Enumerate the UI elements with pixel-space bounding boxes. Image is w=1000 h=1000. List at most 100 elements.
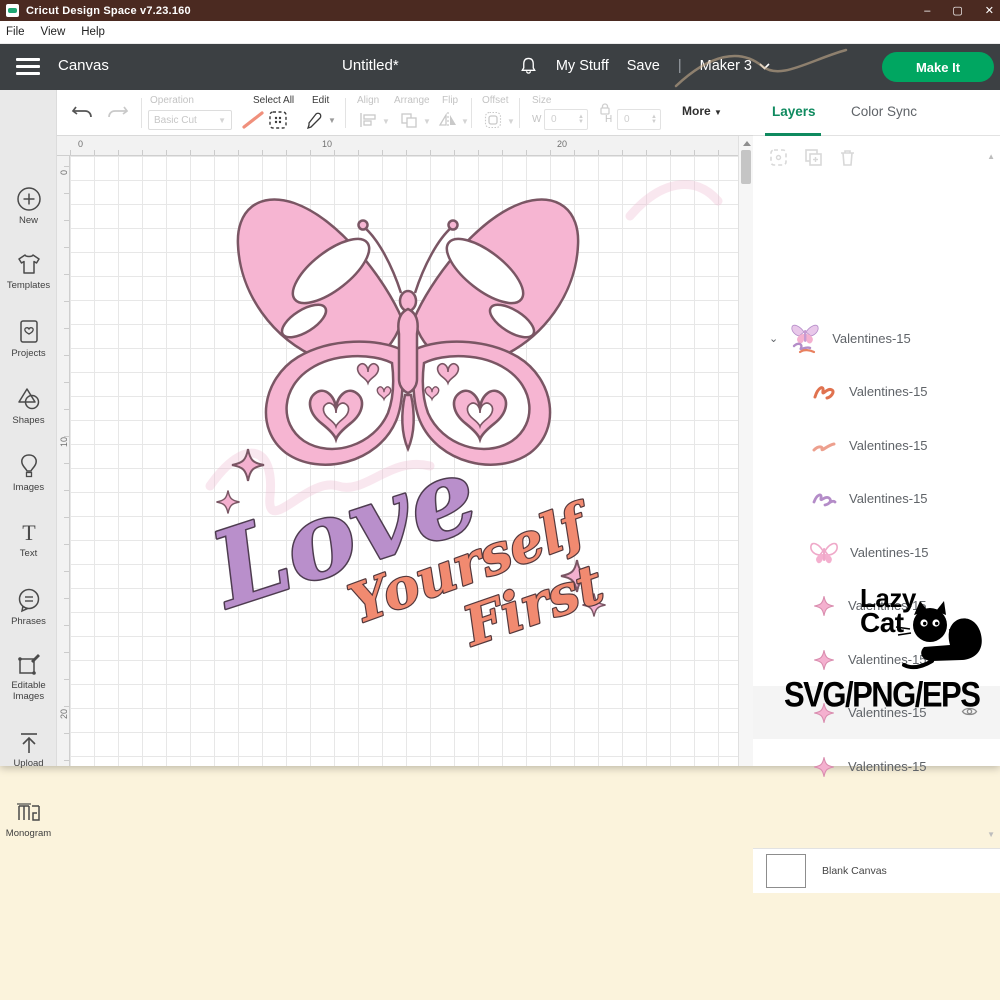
- align-icon: [359, 112, 377, 128]
- svg-text:T: T: [22, 520, 36, 545]
- layer-row-group[interactable]: ⌄ Valentines-15: [753, 312, 1000, 365]
- chevron-down-icon[interactable]: ▼: [328, 116, 336, 125]
- layer-row-highlighted[interactable]: Valentines-15: [753, 686, 1000, 739]
- save-button[interactable]: Save: [627, 58, 660, 74]
- visibility-eye-icon[interactable]: [961, 705, 978, 718]
- nav-bar: Canvas Untitled* My Stuff Save | Maker 3…: [0, 44, 1000, 90]
- upload-arrow-icon: [16, 730, 42, 756]
- design-artwork[interactable]: Love Yourself First: [70, 156, 738, 766]
- sidebar-item-editable-images[interactable]: Editable Images: [0, 652, 57, 702]
- script-thumbnail-salmon: [811, 435, 837, 457]
- canvas-vertical-scrollbar[interactable]: [738, 136, 753, 766]
- monogram-icon: [15, 800, 43, 826]
- sidebar-item-new[interactable]: New: [0, 185, 57, 227]
- butterfly-thumbnail-pink: [810, 541, 838, 565]
- sidebar-item-upload[interactable]: Upload: [0, 730, 57, 770]
- width-label: W: [532, 114, 541, 125]
- edit-label[interactable]: Edit: [312, 95, 329, 106]
- align-label: Align: [357, 95, 379, 106]
- undo-icon[interactable]: [71, 103, 93, 123]
- offset-icon: [484, 111, 502, 129]
- layer-row[interactable]: Valentines-15: [753, 419, 1000, 472]
- sidebar-item-text[interactable]: T Text: [0, 520, 57, 560]
- chevron-down-icon: ▼: [218, 116, 226, 125]
- my-stuff-link[interactable]: My Stuff: [556, 58, 609, 74]
- butterfly-graphic[interactable]: [238, 199, 578, 464]
- blank-canvas-row[interactable]: Blank Canvas: [753, 848, 1000, 893]
- sparkle-thumbnail-icon: [812, 701, 836, 725]
- layer-row[interactable]: Valentines-15: [753, 579, 1000, 632]
- layer-row[interactable]: Valentines-15: [753, 633, 1000, 686]
- sidebar-item-shapes[interactable]: Shapes: [0, 385, 57, 427]
- document-title[interactable]: Untitled*: [342, 57, 399, 74]
- scroll-up-arrow[interactable]: [743, 141, 751, 146]
- editable-pen-icon: [15, 652, 43, 678]
- horizontal-ruler: 0 10 20: [57, 136, 738, 156]
- tshirt-icon: [15, 250, 43, 278]
- notification-bell-icon[interactable]: [519, 56, 538, 76]
- layer-row[interactable]: Valentines-15: [753, 526, 1000, 579]
- plus-circle-icon: [15, 185, 43, 213]
- blank-canvas-label: Blank Canvas: [822, 865, 887, 877]
- panel-scroll-down-arrow[interactable]: ▼: [987, 830, 995, 839]
- group-select-icon[interactable]: [769, 148, 788, 167]
- sparkle-thumbnail-icon: [812, 594, 836, 618]
- chevron-down-icon[interactable]: ⌄: [769, 332, 778, 345]
- layer-row[interactable]: Valentines-15: [753, 365, 1000, 418]
- left-sidebar: New Templates Projects Shapes Images T T…: [0, 90, 57, 766]
- hamburger-menu-icon[interactable]: [16, 58, 40, 79]
- menu-bar: File View Help: [0, 21, 1000, 44]
- sparkle-thumbnail-icon: [812, 755, 836, 779]
- arrange-label: Arrange: [394, 95, 430, 106]
- make-it-button[interactable]: Make It: [882, 52, 994, 82]
- offset-label: Offset: [482, 95, 509, 106]
- select-all-icon[interactable]: [268, 110, 288, 130]
- flip-label: Flip: [442, 95, 458, 106]
- menu-file[interactable]: File: [6, 26, 25, 38]
- scrollbar-thumb[interactable]: [741, 150, 751, 184]
- watermark-scribble: [670, 46, 850, 90]
- speech-bubble-icon: [15, 586, 43, 614]
- layer-row[interactable]: Valentines-15: [753, 740, 1000, 793]
- sidebar-item-monogram[interactable]: Monogram: [0, 800, 57, 840]
- flip-icon: [438, 112, 458, 128]
- menu-view[interactable]: View: [41, 26, 66, 38]
- height-label: H: [605, 114, 612, 125]
- maximize-button[interactable]: ▢: [952, 4, 962, 17]
- edit-pencil-icon[interactable]: [304, 110, 324, 130]
- size-label: Size: [532, 95, 551, 106]
- design-canvas[interactable]: Love Yourself First: [70, 156, 738, 766]
- operation-color-swatch[interactable]: [240, 110, 266, 130]
- height-input[interactable]: 0 ▲▼: [617, 109, 661, 130]
- canvas-color-swatch[interactable]: [766, 854, 806, 888]
- arrange-icon: [400, 112, 418, 128]
- layer-row[interactable]: Valentines-15: [753, 472, 1000, 525]
- minimize-button[interactable]: –: [924, 5, 930, 17]
- tab-layers[interactable]: Layers: [772, 104, 816, 119]
- duplicate-icon[interactable]: [804, 148, 823, 167]
- menu-help[interactable]: Help: [81, 26, 105, 38]
- close-button[interactable]: ✕: [985, 4, 994, 17]
- width-stepper[interactable]: ▲▼: [578, 115, 584, 125]
- sidebar-item-images[interactable]: Images: [0, 452, 57, 494]
- delete-trash-icon[interactable]: [839, 148, 856, 167]
- sidebar-item-phrases[interactable]: Phrases: [0, 586, 57, 628]
- text-icon: T: [16, 520, 42, 546]
- redo-icon[interactable]: [107, 103, 129, 123]
- more-menu[interactable]: More ▼: [682, 104, 722, 118]
- hot-air-balloon-icon: [16, 452, 42, 480]
- vertical-ruler: 0 10 20: [57, 156, 70, 766]
- width-input[interactable]: 0 ▲▼: [544, 109, 588, 130]
- title-bar: Cricut Design Space v7.23.160 – ▢ ✕: [0, 0, 1000, 21]
- group-thumbnail-butterfly-design: [790, 322, 820, 356]
- select-all-label[interactable]: Select All: [253, 95, 294, 106]
- project-card-icon: [16, 318, 42, 346]
- layers-panel: Layers Color Sync ▲ ⌄ Valentines-15: [753, 90, 1000, 766]
- shapes-icon: [15, 385, 43, 413]
- sidebar-item-projects[interactable]: Projects: [0, 318, 57, 360]
- height-stepper[interactable]: ▲▼: [651, 115, 657, 125]
- sidebar-item-templates[interactable]: Templates: [0, 250, 57, 292]
- panel-scroll-up-arrow[interactable]: ▲: [987, 152, 995, 161]
- tab-color-sync[interactable]: Color Sync: [851, 104, 917, 119]
- operation-dropdown[interactable]: Basic Cut ▼: [148, 110, 232, 130]
